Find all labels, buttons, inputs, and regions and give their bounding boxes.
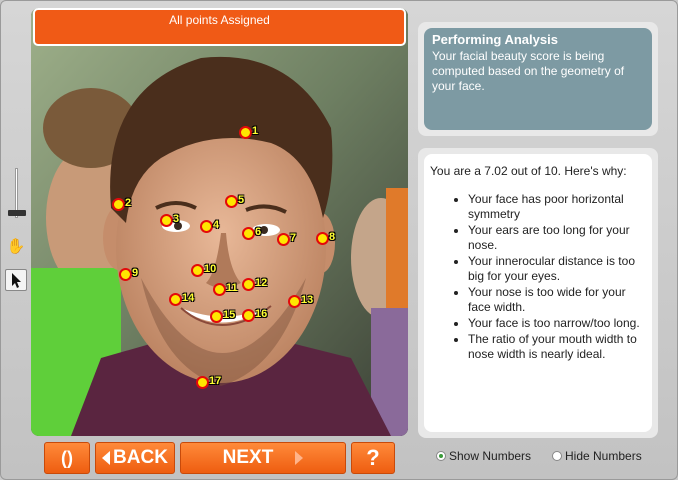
analysis-text: Your facial beauty score is being comput… bbox=[432, 49, 625, 93]
analysis-panel: Performing Analysis Your facial beauty s… bbox=[418, 22, 658, 136]
analysis-box: Performing Analysis Your facial beauty s… bbox=[424, 28, 652, 130]
landmark-label: 12 bbox=[255, 277, 268, 289]
landmark-label: 14 bbox=[182, 292, 195, 304]
hide-numbers-label: Hide Numbers bbox=[565, 449, 642, 463]
face-photo-image bbox=[31, 8, 408, 436]
result-panel: You are a 7.02 out of 10. Here's why: Yo… bbox=[418, 148, 658, 438]
hide-numbers-radio[interactable] bbox=[552, 451, 562, 461]
back-arrow-icon bbox=[102, 451, 111, 465]
show-numbers-option[interactable]: Show Numbers bbox=[436, 449, 531, 463]
landmark-label: 11 bbox=[226, 282, 238, 294]
reason-item: Your ears are too long for your nose. bbox=[468, 223, 646, 253]
landmark-label: 7 bbox=[290, 232, 297, 244]
landmark-label: 3 bbox=[173, 213, 180, 225]
reset-button[interactable]: () bbox=[44, 442, 90, 474]
show-numbers-radio[interactable] bbox=[436, 451, 446, 461]
reasons-list: Your face has poor horizontal symmetry Y… bbox=[430, 192, 646, 362]
next-label: NEXT bbox=[222, 447, 274, 468]
reason-item: Your nose is too wide for your face widt… bbox=[468, 285, 646, 315]
reset-icon: () bbox=[61, 447, 73, 468]
reason-item: The ratio of your mouth width to nose wi… bbox=[468, 332, 646, 362]
hand-icon[interactable]: ✋ bbox=[6, 237, 26, 257]
landmark-label: 13 bbox=[301, 294, 314, 306]
help-icon: ? bbox=[366, 445, 380, 470]
landmark-label: 15 bbox=[223, 309, 236, 321]
reason-item: Your innerocular distance is too big for… bbox=[468, 254, 646, 284]
help-button[interactable]: ? bbox=[351, 442, 395, 474]
back-label: BACK bbox=[113, 447, 168, 468]
pointer-icon[interactable] bbox=[5, 269, 27, 291]
score-text: You are a 7.02 out of 10. Here's why: bbox=[430, 164, 627, 178]
landmark-label: 16 bbox=[255, 308, 268, 320]
hide-numbers-option[interactable]: Hide Numbers bbox=[552, 449, 642, 463]
next-arrow-icon bbox=[295, 451, 304, 465]
landmark-label: 2 bbox=[125, 197, 132, 209]
landmark-label: 17 bbox=[209, 375, 222, 387]
back-button[interactable]: BACK bbox=[95, 442, 175, 474]
reason-item: Your face is too narrow/too long. bbox=[468, 316, 646, 331]
landmark-label: 5 bbox=[238, 194, 245, 206]
landmark-label: 4 bbox=[213, 219, 220, 231]
landmark-label: 1 bbox=[252, 125, 259, 137]
show-numbers-label: Show Numbers bbox=[449, 449, 532, 463]
status-banner: All points Assigned bbox=[33, 8, 406, 46]
landmark-label: 6 bbox=[255, 226, 262, 238]
landmark-label: 9 bbox=[132, 267, 139, 279]
reason-item: Your face has poor horizontal symmetry bbox=[468, 192, 646, 222]
landmark-label: 10 bbox=[204, 263, 217, 275]
zoom-slider-thumb[interactable] bbox=[8, 210, 26, 216]
face-photo[interactable] bbox=[31, 8, 408, 436]
landmark-label: 8 bbox=[329, 231, 336, 243]
analysis-title: Performing Analysis bbox=[432, 32, 558, 47]
result-box: You are a 7.02 out of 10. Here's why: Yo… bbox=[424, 154, 652, 432]
next-button[interactable]: NEXT bbox=[180, 442, 346, 474]
